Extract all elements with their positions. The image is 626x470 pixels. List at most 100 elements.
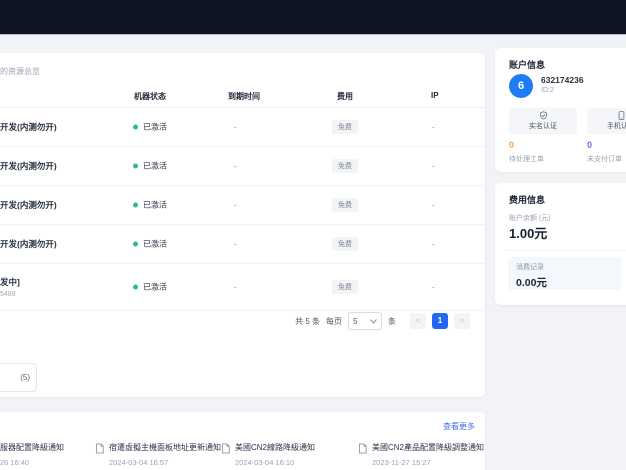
unpaid-orders-stat: 0 未支付订单 [587,140,622,164]
cost-badge: 免费 [332,159,358,173]
announcement-date: 2024-03-04 16:10 [235,458,295,467]
announcement-title: 服器配置降級通知 [0,443,64,452]
cost-badge: 免费 [332,237,358,251]
account-card-title: 账户信息 [509,60,546,70]
status-cell: 已激活 [133,200,167,211]
cost-cell: 免费 [332,237,358,251]
phone-verify-button[interactable]: 手机认证 [587,108,626,134]
cost-cell: 免费 [332,280,358,294]
expire-value: - [234,122,237,132]
status-dot-icon [133,124,138,130]
ip-value: - [432,282,435,292]
announcement-item[interactable]: 美國CN2產品配置降級調整通知 2023-11-27 15:27 [358,442,484,467]
pagination: 共 5 条 每页 5 条 < 1 > [295,311,470,331]
account-sub-id: ID:2 [541,87,554,94]
realname-verify-label: 实名认证 [529,123,557,130]
status-cell: 已激活 [133,282,167,293]
cost-badge: 免费 [332,120,358,134]
billing-info-card: 费用信息 账户余额 (元) 1.00元 消费记录 0.00元 [495,183,626,305]
next-page-button[interactable]: > [454,313,470,329]
announcement-item[interactable]: 服器配置降級通知 26 16:40 [0,442,64,467]
table-row[interactable]: 发中] 5489 已激活 - 免费 - [0,264,485,311]
status-dot-icon [133,202,138,208]
console-page: 的资源总览 机器状态 到期时间 费用 IP 开发(内测勿开) 已激活 - 免费 … [0,0,626,470]
announcement-item[interactable]: 美國CN2線路降級通知 2024-03-04 16:10 [221,442,315,467]
consumption-record-box: 消费记录 0.00元 [508,257,622,290]
cost-cell: 免费 [332,159,358,173]
announcements-card: 查看更多 服器配置降級通知 26 16:40 宿遷虛擬主機面板地址更新通知 20… [0,412,485,470]
divider [505,250,626,251]
table-row[interactable]: 开发(内测勿开) 已激活 - 免费 - [0,186,485,225]
page-size-select[interactable]: 5 [348,312,382,330]
pagination-per-page-label: 每页 [326,316,342,326]
table-row[interactable]: 开发(内测勿开) 已激活 - 免费 - [0,108,485,147]
status-cell: 已激活 [133,239,167,250]
top-nav-bar [0,0,626,34]
cost-badge: 免费 [332,280,358,294]
unpaid-orders-value: 0 [587,140,593,150]
expire-value: - [234,239,237,249]
announcement-title: 美國CN2線路降級通知 [235,443,316,452]
announcement-item[interactable]: 宿遷虛擬主機面板地址更新通知 2024-03-04 16:57 [95,442,221,467]
expire-value: - [234,161,237,171]
tab-label: (5) [20,373,30,382]
chevron-down-icon [370,318,377,324]
status-cell: 已激活 [133,161,167,172]
pending-tickets-value: 0 [509,140,515,150]
status-label: 已激活 [143,122,167,132]
announcement-title: 宿遷虛擬主機面板地址更新通知 [109,443,221,452]
ip-value: - [432,161,435,171]
resources-card: 的资源总览 机器状态 到期时间 费用 IP 开发(内测勿开) 已激活 - 免费 … [0,53,485,397]
balance-label: 账户余额 (元) [509,215,551,222]
table-header: 机器状态 到期时间 费用 IP [0,86,485,108]
announcement-title: 美國CN2產品配置降級調整通知 [372,443,485,452]
account-info-card: 账户信息 6 632174236 ID:2 实名认证 手机认证 0 待处理工单 … [495,48,626,172]
cost-cell: 免费 [332,120,358,134]
col-header-cost: 费用 [337,92,353,101]
instance-name: 开发(内测勿开) [0,161,57,171]
status-label: 已激活 [143,200,167,210]
document-icon [358,443,367,454]
status-cell: 已激活 [133,122,167,133]
tab-resource-type[interactable]: (5) [0,363,37,392]
status-dot-icon [133,241,138,247]
document-icon [95,443,104,454]
breadcrumb: 的资源总览 [0,67,40,76]
announcement-date: 2023-11-27 15:27 [372,458,431,467]
document-icon [221,443,230,454]
prev-page-button[interactable]: < [410,313,426,329]
realname-verify-button[interactable]: 实名认证 [509,108,577,134]
status-label: 已激活 [143,282,167,292]
page-1-button[interactable]: 1 [432,313,448,329]
avatar: 6 [509,74,533,98]
col-header-expire-time: 到期时间 [228,92,260,101]
cost-badge: 免费 [332,198,358,212]
cost-cell: 免费 [332,198,358,212]
instance-name: 发中] [0,277,20,287]
status-label: 已激活 [143,239,167,249]
balance-value: 1.00元 [509,226,548,241]
announcement-date: 26 16:40 [0,458,30,467]
pagination-total: 共 5 条 [295,316,320,326]
instance-name: 开发(内测勿开) [0,239,57,249]
view-more-link[interactable]: 查看更多 [443,421,475,432]
instance-name: 开发(内测勿开) [0,200,57,210]
status-label: 已激活 [143,161,167,171]
status-dot-icon [133,284,138,290]
unpaid-orders-label: 未支付订单 [587,156,622,163]
consumption-record-value: 0.00元 [516,277,547,289]
phone-verify-label: 手机认证 [607,123,626,130]
col-header-ip: IP [431,91,439,100]
instance-id: 5489 [0,291,16,298]
table-row[interactable]: 开发(内测勿开) 已激活 - 免费 - [0,147,485,186]
instance-name: 开发(内测勿开) [0,122,57,132]
col-header-machine-status: 机器状态 [134,92,166,101]
ip-value: - [432,122,435,132]
pending-tickets-label: 待处理工单 [509,156,544,163]
table-row[interactable]: 开发(内测勿开) 已激活 - 免费 - [0,225,485,264]
expire-value: - [234,200,237,210]
pagination-unit-label: 条 [388,316,396,326]
shield-check-icon [539,111,547,120]
pending-tickets-stat: 0 待处理工单 [509,140,544,164]
instance-name-block: 发中] 5489 [0,276,20,298]
